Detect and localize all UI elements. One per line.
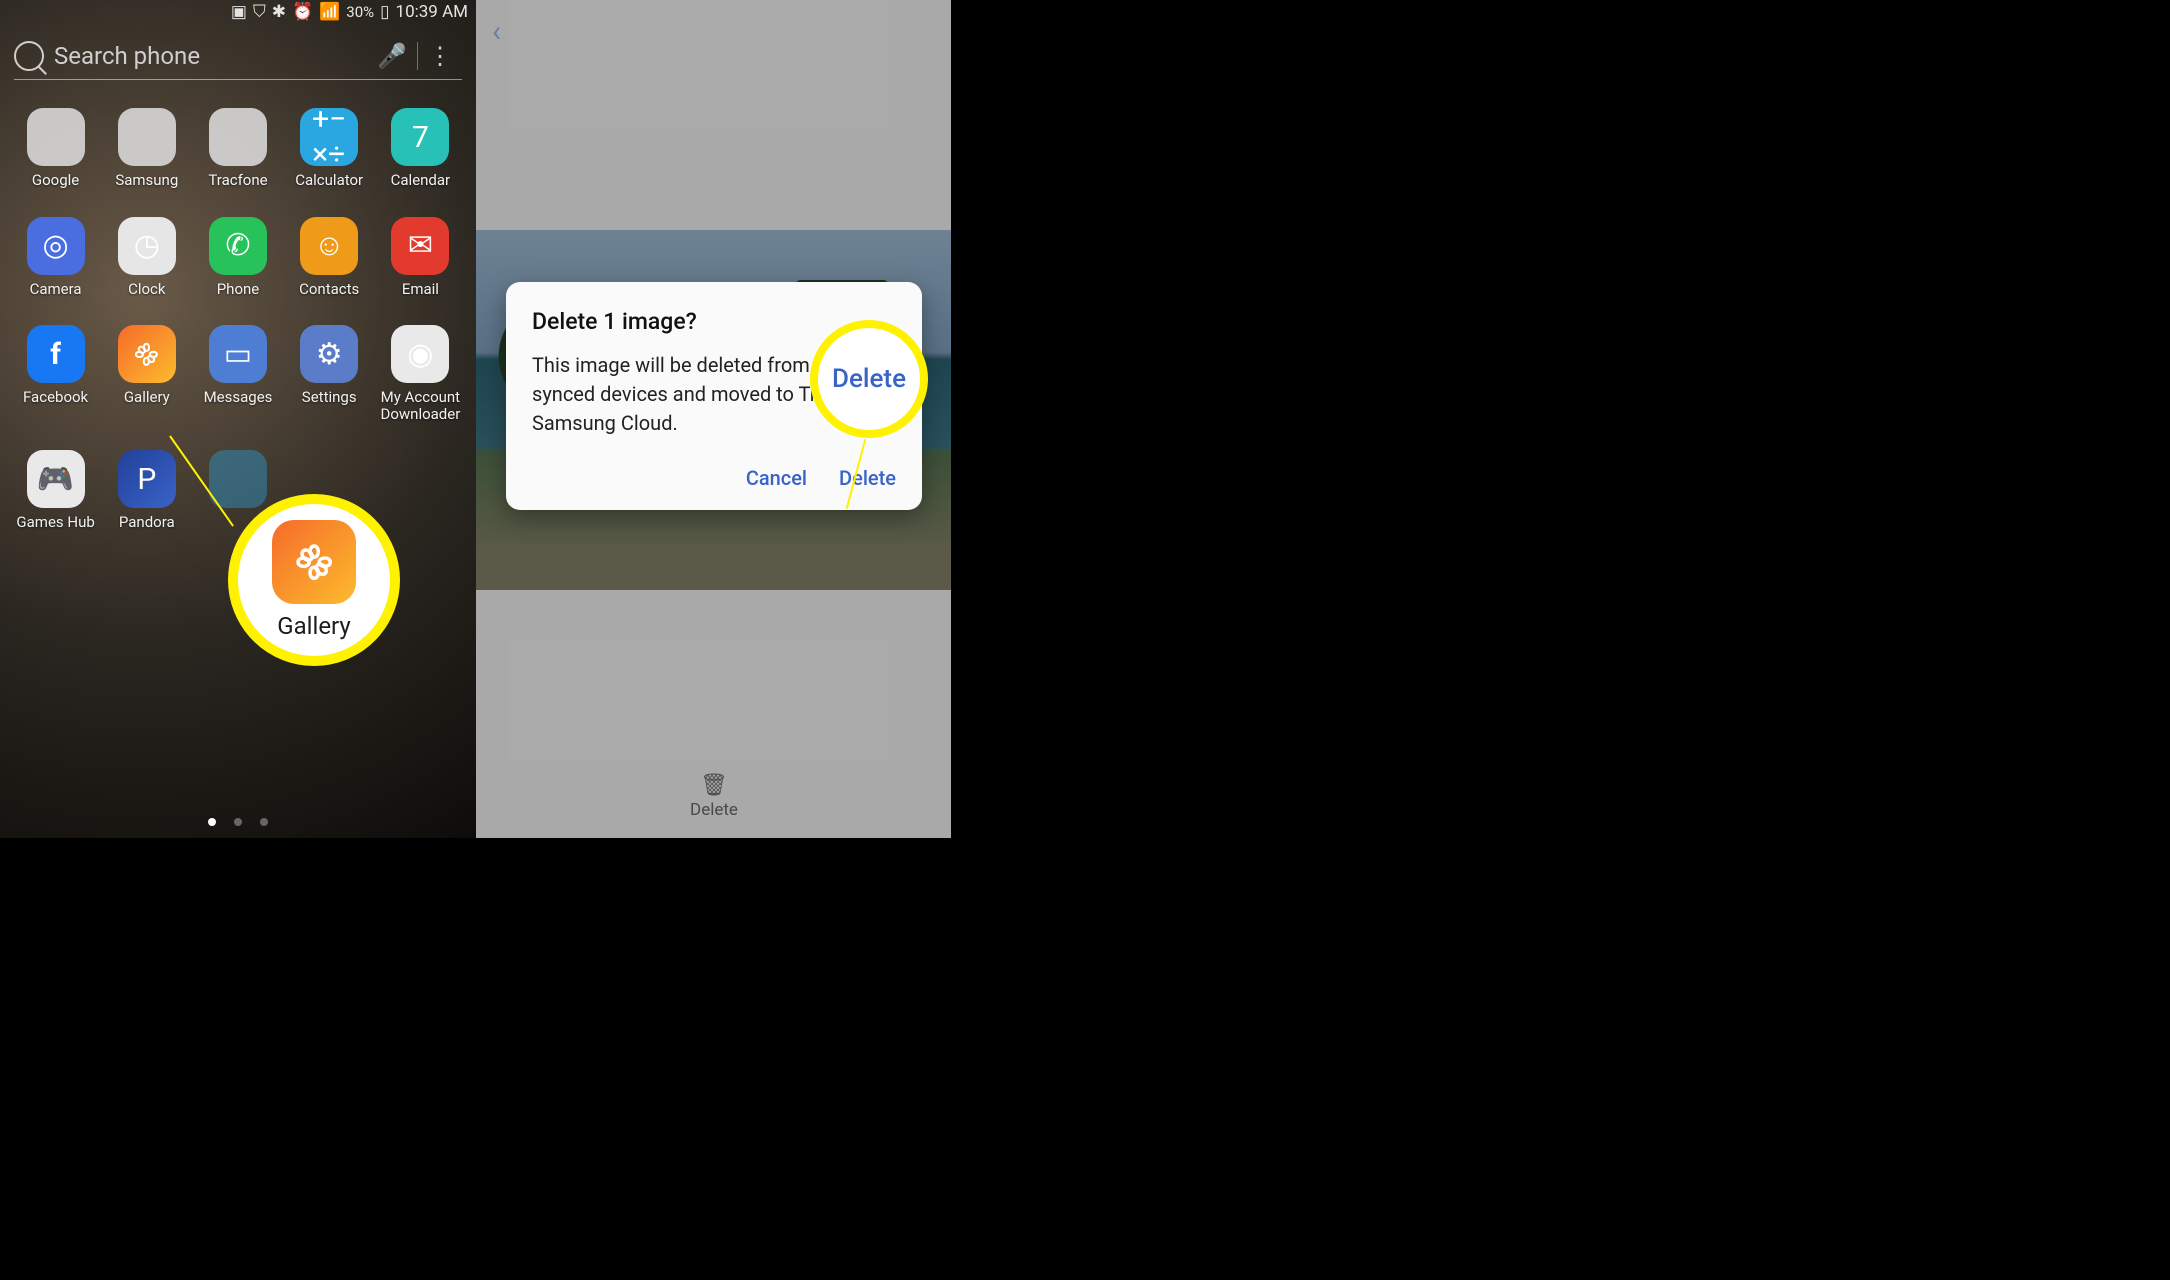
app-messages[interactable]: ▭Messages	[192, 325, 283, 422]
mic-icon[interactable]: 🎤	[367, 42, 417, 70]
status-bar: ▣ ⛉ ✱ ⏰ 📶 30% ▯ 10:39 AM	[231, 2, 468, 22]
panel-home: ▣ ⛉ ✱ ⏰ 📶 30% ▯ 10:39 AM Search phone 🎤 …	[0, 0, 476, 838]
app-tracfone[interactable]: Tracfone	[192, 108, 283, 189]
search-bar[interactable]: Search phone 🎤 ⋮	[14, 32, 462, 80]
app-games-hub[interactable]: 🎮Games Hub	[10, 450, 101, 531]
app-calendar[interactable]: 7Calendar	[375, 108, 466, 189]
gallery-icon	[272, 520, 356, 604]
battery-icon: ▣	[231, 2, 247, 22]
battery-pct: 30%	[346, 3, 374, 21]
back-icon: ‹	[492, 14, 501, 49]
app-pandora[interactable]: PPandora	[101, 450, 192, 531]
panel-delete-dialog: ‹ 🗑 Delete Delete 1 image? This image wi…	[476, 0, 951, 838]
callout-delete-confirm: Delete	[810, 320, 928, 438]
search-placeholder: Search phone	[54, 42, 367, 70]
app-settingsামه[interactable]: ⚙Settings	[284, 325, 375, 422]
app-facebook[interactable]: fFacebook	[10, 325, 101, 422]
app-clock[interactable]: ◷Clock	[101, 217, 192, 298]
delete-button: 🗑 Delete	[690, 773, 738, 820]
panel-image-view: ‹ 🗑 Delete 🗑 Delete ‹ 🗑 Delete Delete 1 …	[476, 0, 951, 838]
status-time: 10:39 AM	[396, 2, 468, 22]
callout-label: Gallery	[277, 612, 351, 640]
dialog-cancel[interactable]: Cancel	[746, 466, 807, 490]
dialog-confirm[interactable]: Delete	[839, 466, 896, 490]
wifi-icon: ⛉	[253, 2, 266, 22]
app-email[interactable]: ✉Email	[375, 217, 466, 298]
app-camera[interactable]: ◎Camera	[10, 217, 101, 298]
app-phone[interactable]: ✆Phone	[192, 217, 283, 298]
app-grid: Google Samsung Tracfone +−×÷Calculator 7…	[0, 108, 476, 531]
battery-shape-icon: ▯	[380, 2, 389, 22]
app-samsung[interactable]: Samsung	[101, 108, 192, 189]
signal-icon: 📶	[319, 2, 340, 22]
app-google[interactable]: Google	[10, 108, 101, 189]
alarm-icon: ⏰	[292, 2, 313, 22]
trash-icon: 🗑	[700, 773, 728, 798]
more-icon[interactable]: ⋮	[418, 42, 462, 70]
app-contacts[interactable]: ☺Contacts	[284, 217, 375, 298]
callout-gallery: Gallery	[228, 494, 400, 666]
bt-icon: ✱	[272, 2, 286, 22]
app-gallery[interactable]: Gallery	[101, 325, 192, 422]
app-my-account-downloader[interactable]: ◉My Account Downloader	[375, 325, 466, 422]
app-calculator[interactable]: +−×÷Calculator	[284, 108, 375, 189]
search-icon	[14, 41, 44, 71]
page-indicator[interactable]	[0, 818, 476, 826]
